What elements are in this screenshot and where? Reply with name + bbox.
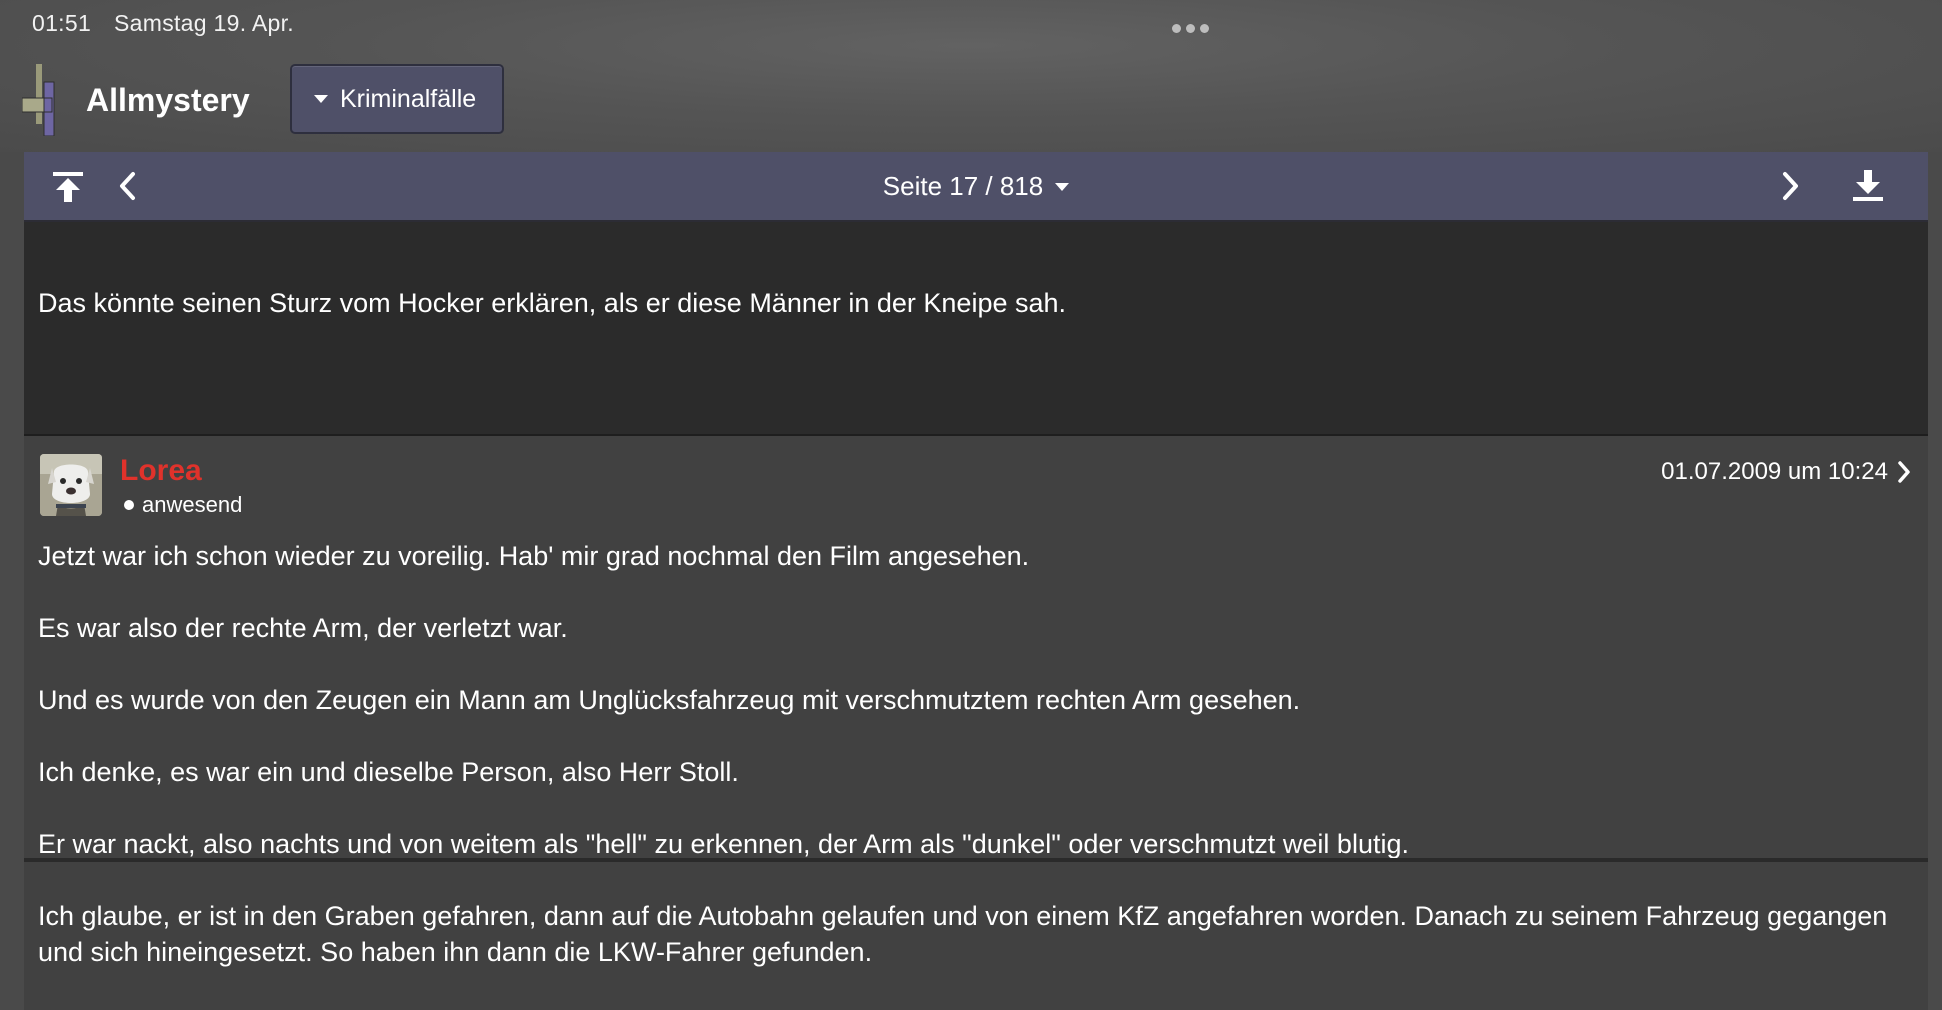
chevron-left-icon xyxy=(120,172,135,200)
multitasking-dots-icon[interactable] xyxy=(1172,20,1216,33)
post-paragraph: Ich glaube, er ist in den Graben gefahre… xyxy=(38,901,1888,967)
author-online-status: anwesend xyxy=(124,492,242,518)
post-divider xyxy=(24,858,1928,862)
author-status-label: anwesend xyxy=(142,492,243,517)
status-date: Samstag 19. Apr. xyxy=(114,10,294,36)
post-paragraph: Es war also der rechte Arm, der verletzt… xyxy=(38,613,568,643)
post-paragraph: Jetzt war ich schon wieder zu voreilig. … xyxy=(38,541,1030,571)
chevron-right-icon xyxy=(1898,461,1910,483)
next-page-button[interactable] xyxy=(1764,160,1816,212)
thread-content: Seite 17 / 818 Das könnte seinen Sturz v… xyxy=(24,152,1928,1010)
arrow-up-to-line-icon xyxy=(53,172,83,202)
post-paragraph: Ich denke, es war ein und dieselbe Perso… xyxy=(38,757,739,787)
page-select-dropdown[interactable]: Seite 17 / 818 xyxy=(882,170,1070,202)
chevron-right-icon xyxy=(1783,172,1798,200)
dog-avatar-icon xyxy=(40,454,102,516)
online-dot-icon xyxy=(124,500,134,510)
site-logo-icon[interactable] xyxy=(22,64,66,136)
site-title[interactable]: Allmystery xyxy=(86,82,250,119)
page-select-wrapper: Seite 17 / 818 xyxy=(24,152,1928,220)
previous-post-text: Das könnte seinen Sturz vom Hocker erklä… xyxy=(38,288,1067,318)
app-header: 01:51 Samstag 19. Apr. Allmystery Krimin… xyxy=(0,0,1942,152)
category-label: Kriminalfälle xyxy=(340,84,477,113)
post-paragraph: Er war nackt, also nachts und von weitem… xyxy=(38,829,1409,859)
category-dropdown-button[interactable]: Kriminalfälle xyxy=(290,64,504,134)
caret-down-icon xyxy=(314,95,328,103)
arrow-down-to-line-icon xyxy=(1853,170,1883,201)
previous-post-snippet: Das könnte seinen Sturz vom Hocker erklä… xyxy=(24,222,1928,436)
author-name[interactable]: Lorea xyxy=(120,454,202,488)
post-permalink[interactable]: 01.07.2009 um 10:24 xyxy=(1661,458,1912,486)
previous-page-button[interactable] xyxy=(102,160,154,212)
user-avatar[interactable] xyxy=(40,454,102,516)
post-paragraph: Und es wurde von den Zeugen ein Mann am … xyxy=(38,685,1301,715)
forum-post: Lorea anwesend 01.07.2009 um 10:24 Jetzt… xyxy=(24,436,1928,1010)
post-body: Jetzt war ich schon wieder zu voreilig. … xyxy=(38,538,1908,1006)
post-date: 01.07.2009 um 10:24 xyxy=(1661,458,1888,485)
caret-down-icon xyxy=(1055,183,1070,191)
page-navigation-bar: Seite 17 / 818 xyxy=(24,152,1928,222)
page-indicator: Seite 17 / 818 xyxy=(882,170,1044,201)
last-page-button[interactable] xyxy=(1842,160,1894,212)
first-page-button[interactable] xyxy=(42,160,94,212)
status-time: 01:51 xyxy=(32,10,92,36)
